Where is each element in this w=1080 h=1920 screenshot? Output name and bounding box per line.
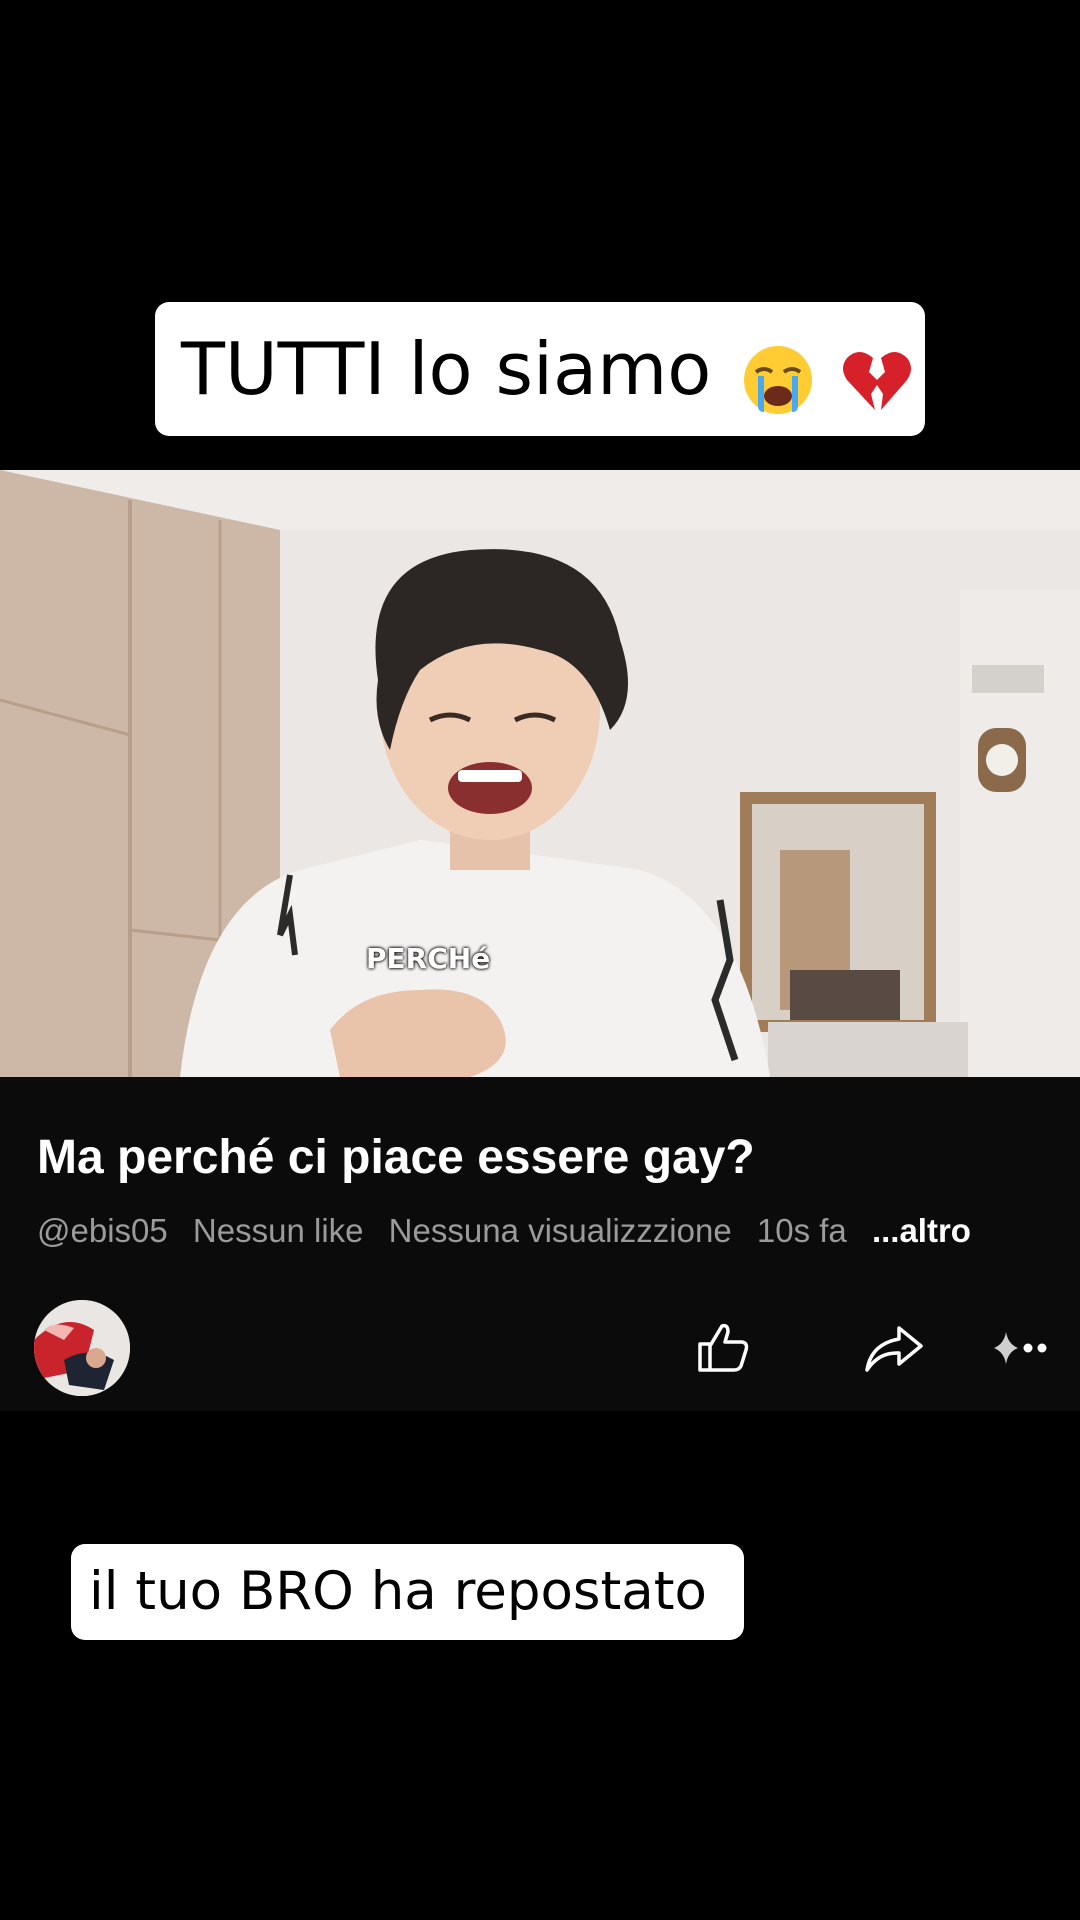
video-thumbnail[interactable]: PERCHé	[0, 470, 1080, 1077]
more-button[interactable]	[990, 1316, 1050, 1380]
top-caption: TUTTI lo siamo	[155, 302, 925, 436]
broken-heart-icon	[843, 351, 912, 410]
bottom-caption-text: il tuo BRO ha repostato	[89, 1561, 707, 1622]
top-caption-text: TUTTI lo siamo	[181, 327, 712, 411]
bottom-caption: il tuo BRO ha repostato	[71, 1544, 744, 1640]
thumbs-up-icon	[698, 1323, 749, 1372]
share-button[interactable]	[862, 1316, 926, 1380]
video-meta: @ebis05 Nessun like Nessuna visualizzzio…	[37, 1212, 971, 1250]
share-arrow-icon	[865, 1326, 923, 1372]
avatar[interactable]	[34, 1300, 130, 1396]
crying-face-icon	[744, 345, 813, 414]
view-count: Nessuna visualizzzione	[388, 1212, 732, 1249]
emoji-icons	[740, 307, 915, 441]
channel-handle[interactable]: @ebis05	[37, 1212, 168, 1249]
video-overlay-text: PERCHé	[366, 942, 491, 975]
more-description-link[interactable]: ...altro	[872, 1212, 971, 1249]
like-button[interactable]	[692, 1316, 756, 1380]
sparkle-more-icon	[994, 1332, 1047, 1364]
post-time: 10s fa	[756, 1212, 847, 1249]
avatar-image	[34, 1300, 130, 1396]
video-title[interactable]: Ma perché ci piace essere gay?	[37, 1130, 755, 1185]
like-count: Nessun like	[192, 1212, 364, 1249]
video-scene	[0, 470, 1080, 1077]
